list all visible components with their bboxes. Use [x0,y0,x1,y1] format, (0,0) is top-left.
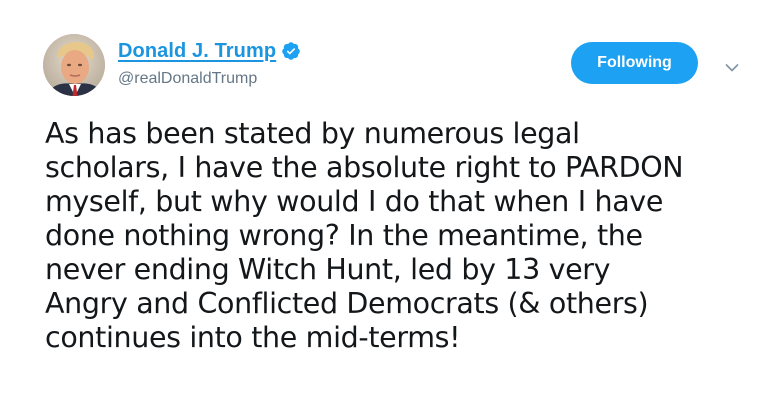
tweet-card: Donald J. Trump @realDonaldTrump Followi… [0,0,779,405]
display-name[interactable]: Donald J. Trump [118,40,276,63]
author-identity: Donald J. Trump @realDonaldTrump [118,38,301,88]
verified-badge-icon [281,41,301,61]
screen-name[interactable]: @realDonaldTrump [118,70,301,88]
name-row: Donald J. Trump [118,38,301,64]
tweet-text: As has been stated by numerous legal sch… [45,117,684,354]
profile-photo-icon [43,34,105,96]
avatar[interactable] [43,34,105,96]
following-button[interactable]: Following [571,42,698,84]
chevron-down-icon[interactable] [725,58,739,72]
tweet-header: Donald J. Trump @realDonaldTrump Followi… [43,34,753,96]
